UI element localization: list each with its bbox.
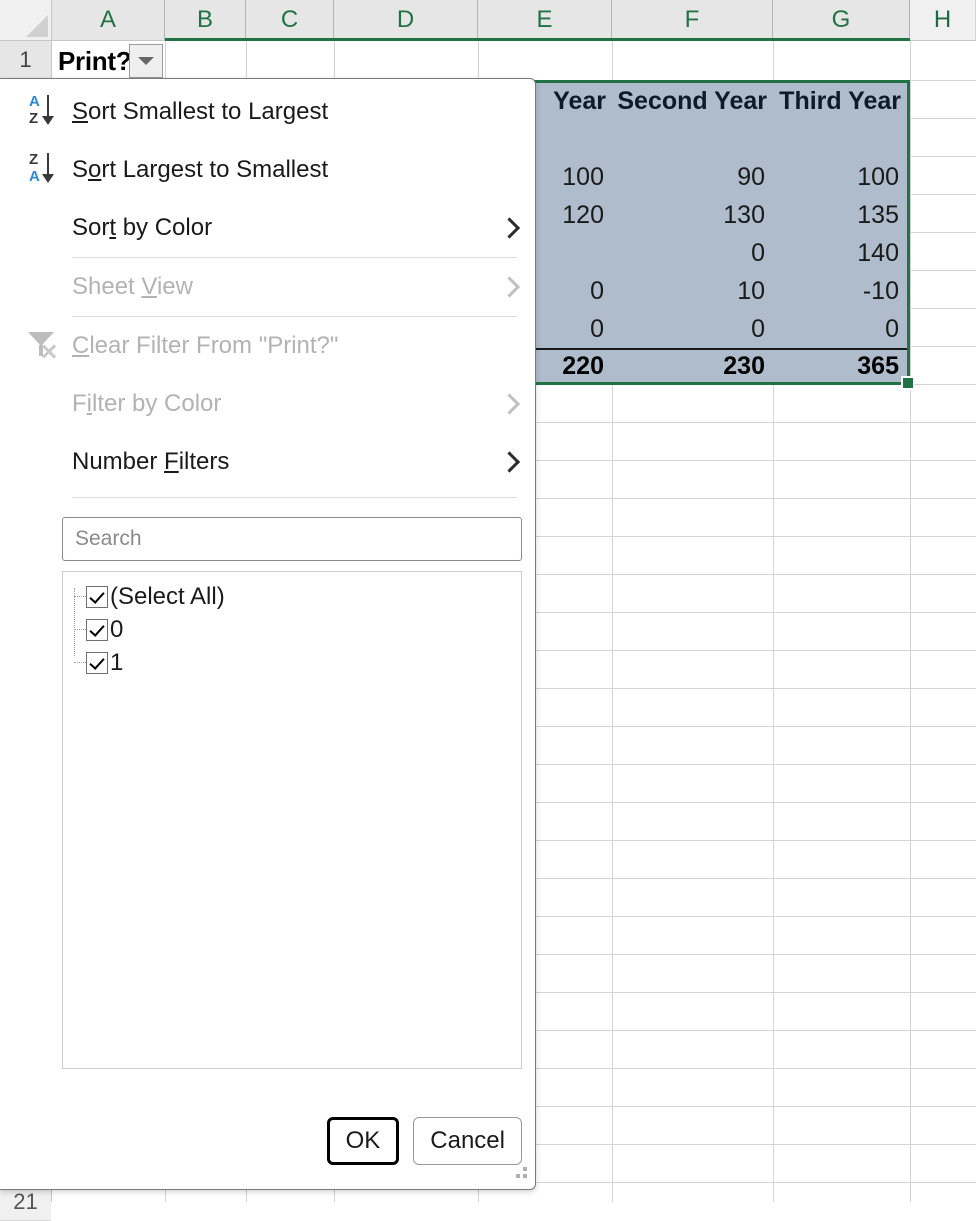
cell-F8-total[interactable]: 230	[612, 348, 773, 385]
fill-handle[interactable]	[901, 376, 915, 390]
column-header-H[interactable]: H	[910, 0, 976, 40]
menu-item-label: Filter by Color	[72, 390, 222, 417]
list-item-value-0[interactable]: 0	[63, 613, 521, 646]
column-header-label: B	[196, 6, 213, 33]
column-header-G[interactable]: G	[773, 0, 910, 40]
dialog-button-row: OK Cancel	[0, 1117, 535, 1165]
grid-line	[910, 41, 911, 1202]
menu-item-filter-by-color[interactable]: Filter by Color	[0, 375, 535, 433]
cell-F2[interactable]	[612, 120, 773, 158]
chevron-right-icon	[498, 393, 521, 415]
column-header-label: C	[280, 6, 299, 33]
cell-G3[interactable]: 100	[773, 158, 907, 196]
column-header-A[interactable]: A	[52, 0, 165, 40]
column-header-label: A	[99, 6, 116, 33]
cell-F5[interactable]: 0	[612, 234, 773, 272]
cell-G7[interactable]: 0	[773, 310, 907, 348]
no-icon	[18, 382, 72, 426]
menu-item-label: Sort Largest to Smallest	[72, 156, 329, 183]
sort-za-icon: Z A	[18, 148, 72, 192]
cell-F6[interactable]: 10	[612, 272, 773, 310]
menu-item-number-filters[interactable]: Number Filters	[0, 433, 535, 491]
cell-G4[interactable]: 135	[773, 196, 907, 234]
resize-grip-icon[interactable]	[513, 1167, 527, 1181]
column-header-label: G	[831, 6, 851, 33]
cell-G2[interactable]	[773, 120, 907, 158]
menu-item-label: Clear Filter From "Print?"	[72, 332, 339, 359]
chevron-right-icon	[498, 217, 521, 239]
column-header-label: D	[396, 6, 415, 33]
checkbox-value-0[interactable]	[86, 618, 108, 641]
menu-item-label: Sheet View	[72, 273, 193, 300]
ok-button[interactable]: OK	[326, 1117, 400, 1165]
menu-item-sort-by-color[interactable]: Sort by Color	[0, 199, 535, 257]
list-item-select-all[interactable]: (Select All)	[63, 580, 521, 613]
cell-G6[interactable]: -10	[773, 272, 907, 310]
column-header-D[interactable]: D	[334, 0, 478, 40]
cell-G5[interactable]: 140	[773, 234, 907, 272]
menu-item-clear-filter[interactable]: Clear Filter From "Print?"	[0, 317, 535, 375]
autofilter-dropdown-menu: A Z Sort Smallest to Largest Z A Sort La…	[0, 78, 536, 1190]
column-header-label: H	[933, 6, 952, 33]
column-header-E[interactable]: E	[478, 0, 612, 40]
menu-item-label: Sort Smallest to Largest	[72, 98, 329, 125]
column-header-C[interactable]: C	[246, 0, 334, 40]
cell-F3[interactable]: 90	[612, 158, 773, 196]
corner-triangle-icon	[26, 15, 48, 37]
menu-item-sort-largest-to-smallest[interactable]: Z A Sort Largest to Smallest	[0, 141, 535, 199]
chevron-right-icon	[498, 451, 521, 473]
filter-search-box[interactable]	[62, 517, 522, 561]
cell-F4[interactable]: 130	[612, 196, 773, 234]
checkbox-select-all[interactable]	[86, 585, 108, 608]
cancel-button[interactable]: Cancel	[413, 1117, 522, 1165]
selected-columns-underline	[165, 38, 910, 41]
menu-item-sheet-view[interactable]: Sheet View	[0, 258, 535, 316]
cell-A1-value: Print?	[58, 45, 132, 76]
menu-separator	[72, 497, 517, 498]
list-item-label: 0	[110, 615, 124, 643]
sort-az-icon: A Z	[18, 90, 72, 134]
tree-elbow	[74, 629, 86, 630]
cell-F1[interactable]: Second Year	[612, 82, 773, 120]
cell-G8-total[interactable]: 365	[773, 348, 907, 385]
no-icon	[18, 440, 72, 484]
column-header-B[interactable]: B	[165, 0, 246, 40]
clear-filter-icon	[18, 324, 72, 368]
no-icon	[18, 206, 72, 250]
row-header-label: 1	[19, 46, 32, 72]
menu-item-label: Sort by Color	[72, 214, 213, 241]
select-all-corner[interactable]	[0, 0, 52, 40]
checkbox-value-1[interactable]	[86, 651, 108, 674]
column-header-label: E	[536, 6, 553, 33]
menu-item-sort-smallest-to-largest[interactable]: A Z Sort Smallest to Largest	[0, 83, 535, 141]
tree-elbow	[74, 662, 86, 663]
column-header-F[interactable]: F	[612, 0, 773, 40]
column-header-label: F	[684, 6, 700, 33]
chevron-right-icon	[498, 276, 521, 298]
no-icon	[18, 265, 72, 309]
menu-item-label: Number Filters	[72, 448, 230, 475]
cell-F7[interactable]: 0	[612, 310, 773, 348]
cell-G1[interactable]: Third Year	[773, 82, 907, 120]
list-item-value-1[interactable]: 1	[63, 646, 521, 679]
chevron-down-icon	[138, 57, 154, 65]
search-input[interactable]	[62, 517, 522, 561]
list-item-label: 1	[110, 648, 124, 676]
list-item-label: (Select All)	[110, 582, 225, 610]
row-header-1[interactable]: 1	[0, 41, 51, 79]
filter-value-list[interactable]: (Select All) 0 1	[62, 571, 522, 1069]
tree-elbow	[74, 596, 86, 597]
autofilter-dropdown-button[interactable]	[129, 44, 163, 78]
